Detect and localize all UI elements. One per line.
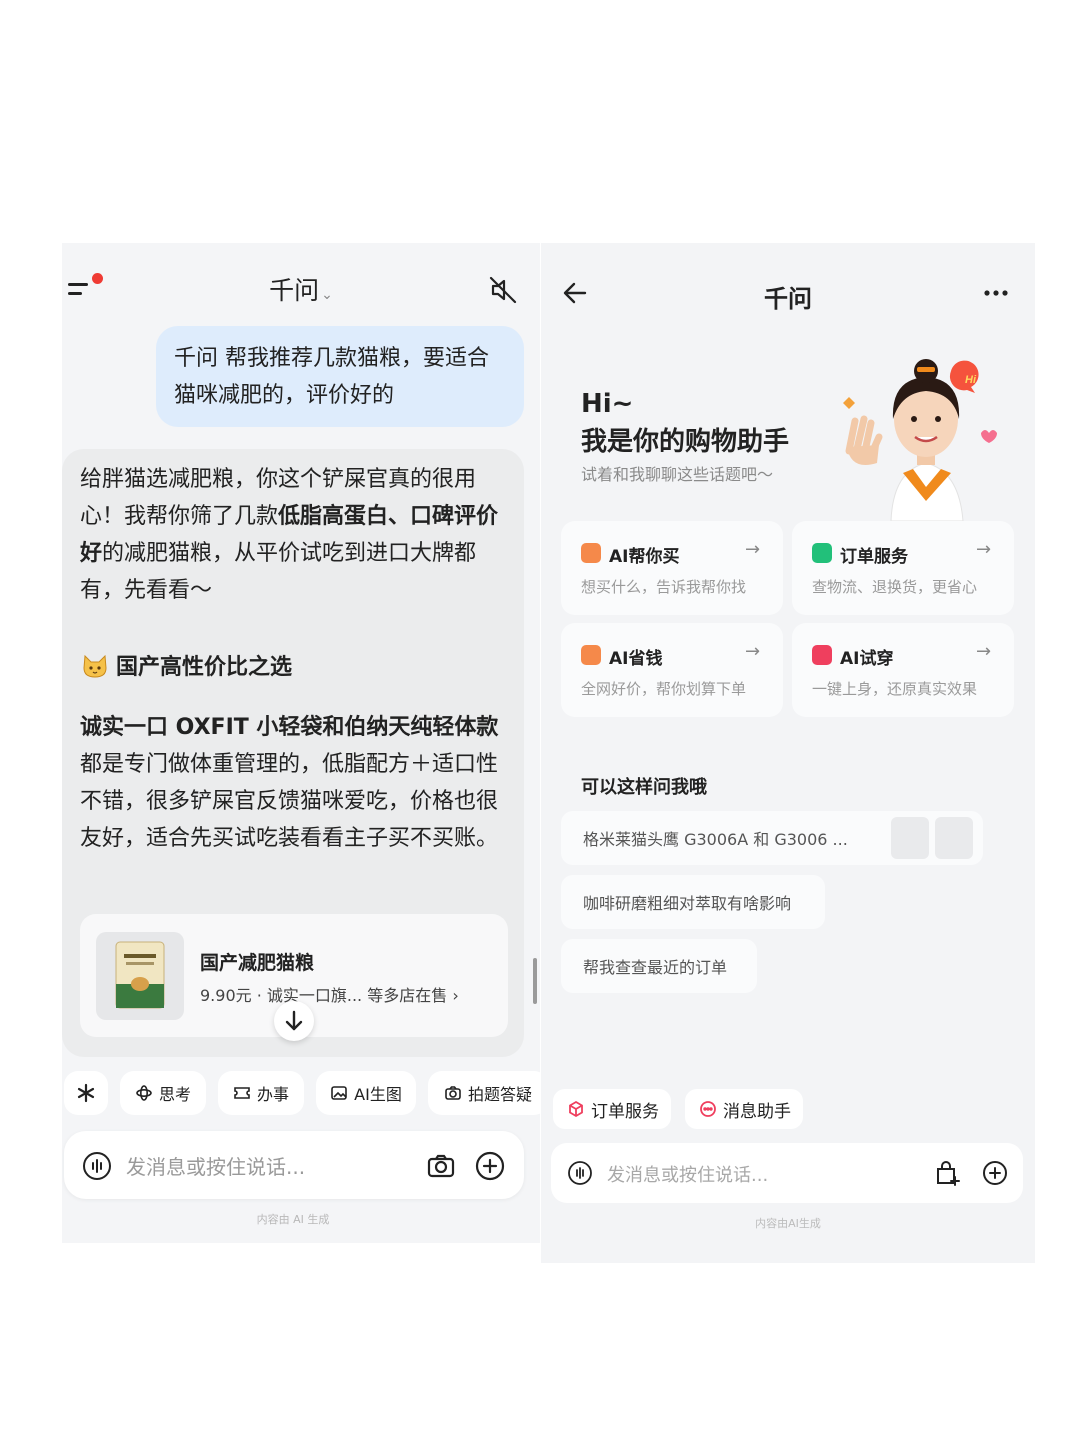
message-input[interactable]: 发消息或按住说话...	[64, 1131, 524, 1199]
service-title: AI试穿	[840, 649, 894, 669]
message-assistant-chip-label: 消息助手	[723, 1101, 791, 1122]
service-ai-tryon[interactable]: AI试穿 → 一键上身，还原真实效果	[792, 623, 1014, 717]
suggestion-text: 咖啡研磨粗细对萃取有啥影响	[583, 894, 792, 913]
page-title: 千问	[764, 285, 812, 313]
arrow-right-icon: →	[976, 539, 992, 560]
service-desc: 一键上身，还原真实效果	[812, 680, 978, 698]
ai-response-card: 给胖猫选减肥粮，你这个铲屎官真的很用心！我帮你筛了几款低脂高蛋白、口碑评价好的减…	[62, 449, 524, 1057]
greeting-hi: Hi~	[581, 389, 634, 419]
service-desc: 全网好价，帮你划算下单	[581, 680, 747, 698]
service-orders[interactable]: 订单服务 → 查物流、退换货，更省心	[792, 521, 1014, 615]
service-desc: 查物流、退换货，更省心	[812, 578, 978, 596]
message-input-placeholder: 发消息或按住说话...	[607, 1165, 769, 1186]
arrow-down-icon	[285, 1010, 303, 1031]
greeting-subtitle: 试着和我聊聊这些话题吧～	[581, 465, 774, 484]
camera-icon	[445, 1086, 461, 1100]
svg-text:Hi: Hi	[965, 374, 977, 386]
app-title-text: 千问	[269, 276, 320, 305]
product-price-shops[interactable]: 9.90元 · 诚实一口旗... 等多店在售 ›	[200, 982, 459, 1006]
box-icon	[812, 543, 832, 563]
service-title: AI省钱	[609, 649, 663, 669]
suggestion-text: 帮我查查最近的订单	[583, 958, 728, 977]
ai-body-rest: 都是专门做体重管理的，低脂配方＋适口性不错，很多铲屎官反馈猫咪爱吃，价格也很友好…	[80, 752, 499, 851]
scroll-down-button[interactable]	[274, 1001, 314, 1041]
service-title: AI帮你买	[609, 547, 680, 567]
shopping-bag-icon	[581, 543, 601, 563]
cat-face-icon	[83, 654, 107, 678]
left-header: 千问 ⌄	[62, 243, 540, 333]
sparkle-icon	[77, 1083, 95, 1103]
orders-chip[interactable]: 订单服务	[553, 1089, 671, 1129]
ai-image-chip[interactable]: AI生图	[316, 1071, 416, 1115]
message-input-placeholder: 发消息或按住说话...	[126, 1155, 306, 1179]
message-assistant-chip[interactable]: 消息助手	[685, 1089, 803, 1129]
suggestion-item[interactable]: 帮我查查最近的订单	[561, 939, 757, 993]
suggestion-text: 格米莱猫头鹰 G3006A 和 G3006 ...	[583, 830, 848, 849]
yen-icon	[581, 645, 601, 665]
scrollbar[interactable]	[533, 958, 537, 1004]
left-chat-screen: 千问 ⌄ 千问 帮我推荐几款猫粮，要适合猫咪减肥的，评价好的 给胖猫选减肥粮，你这…	[62, 243, 540, 1243]
plus-circle-icon[interactable]	[981, 1159, 1009, 1187]
ai-intro-text: 给胖猫选减肥粮，你这个铲屎官真的很用心！我帮你筛了几款低脂高蛋白、口碑评价好的减…	[80, 461, 510, 609]
voice-icon[interactable]	[567, 1160, 593, 1186]
shirt-icon	[812, 645, 832, 665]
shopping-bag-add-icon[interactable]	[933, 1159, 961, 1187]
tasks-chip[interactable]: 办事	[218, 1071, 304, 1115]
user-message-bubble: 千问 帮我推荐几款猫粮，要适合猫咪减肥的，评价好的	[156, 326, 524, 427]
section-heading-text: 国产高性价比之选	[116, 655, 293, 680]
service-ai-buy[interactable]: AI帮你买 → 想买什么，告诉我帮你找	[561, 521, 783, 615]
quick-action-bar: 思考 办事 AI生图 拍题答疑	[62, 1071, 540, 1117]
suggestion-item[interactable]: 咖啡研磨粗细对萃取有啥影响	[561, 875, 825, 929]
photo-qa-chip-label: 拍题答疑	[467, 1085, 532, 1104]
product-thumbnail	[96, 932, 184, 1020]
arrow-right-icon: →	[976, 641, 992, 662]
service-title: 订单服务	[840, 547, 908, 567]
ai-intro-part2: 的减肥猫粮，从平价试吃到进口大牌都有，先看看～	[80, 541, 477, 603]
speaker-mute-icon[interactable]	[488, 275, 518, 305]
image-icon	[331, 1086, 347, 1100]
ai-body-highlight: 诚实一口 OXFIT 小轻袋和伯纳天纯轻体款	[80, 715, 499, 740]
right-shopping-screen: 千问 Hi~ 我是你的购物助手 试着和我聊聊这些话题吧～ Hi AI帮你买 → …	[541, 243, 1035, 1263]
tasks-chip-label: 办事	[256, 1085, 289, 1104]
message-input[interactable]: 发消息或按住说话...	[551, 1143, 1023, 1203]
think-chip[interactable]: 思考	[120, 1071, 206, 1115]
chevron-down-icon: ⌄	[321, 287, 333, 303]
section-heading: 国产高性价比之选	[82, 649, 292, 681]
box-icon	[569, 1100, 583, 1118]
assistant-avatar: Hi	[843, 359, 997, 521]
voice-icon[interactable]	[82, 1151, 112, 1181]
ai-disclaimer: 内容由 AI 生成	[256, 1213, 330, 1226]
service-desc: 想买什么，告诉我帮你找	[581, 578, 747, 596]
ai-body-text: 诚实一口 OXFIT 小轻袋和伯纳天纯轻体款都是专门做体重管理的，低脂配方＋适口…	[80, 709, 510, 857]
camera-icon[interactable]	[426, 1151, 456, 1181]
product-name: 国产减肥猫粮	[200, 952, 315, 974]
sparkle-button[interactable]	[64, 1071, 108, 1115]
coffee-machine-thumbnail	[935, 817, 973, 859]
ai-disclaimer: 内容由AI生成	[755, 1217, 821, 1230]
plus-circle-icon[interactable]	[474, 1150, 506, 1182]
orders-chip-label: 订单服务	[591, 1101, 659, 1122]
coffee-machine-thumbnail	[891, 817, 929, 859]
service-ai-save[interactable]: AI省钱 → 全网好价，帮你划算下单	[561, 623, 783, 717]
cat-food-bag-icon	[115, 941, 165, 1009]
chat-bubble-icon	[700, 1101, 716, 1117]
suggestions-heading: 可以这样问我哦	[581, 777, 707, 798]
ticket-icon	[234, 1087, 250, 1099]
greeting-title: 我是你的购物助手	[581, 427, 790, 457]
suggestion-item[interactable]: 格米莱猫头鹰 G3006A 和 G3006 ...	[561, 811, 983, 865]
more-icon[interactable]	[983, 289, 1009, 297]
app-title[interactable]: 千问 ⌄	[62, 271, 540, 307]
photo-qa-chip[interactable]: 拍题答疑	[428, 1071, 540, 1115]
atom-icon	[136, 1085, 152, 1101]
arrow-right-icon: →	[745, 539, 761, 560]
arrow-right-icon: →	[745, 641, 761, 662]
ai-image-chip-label: AI生图	[354, 1085, 402, 1104]
think-chip-label: 思考	[158, 1085, 191, 1104]
